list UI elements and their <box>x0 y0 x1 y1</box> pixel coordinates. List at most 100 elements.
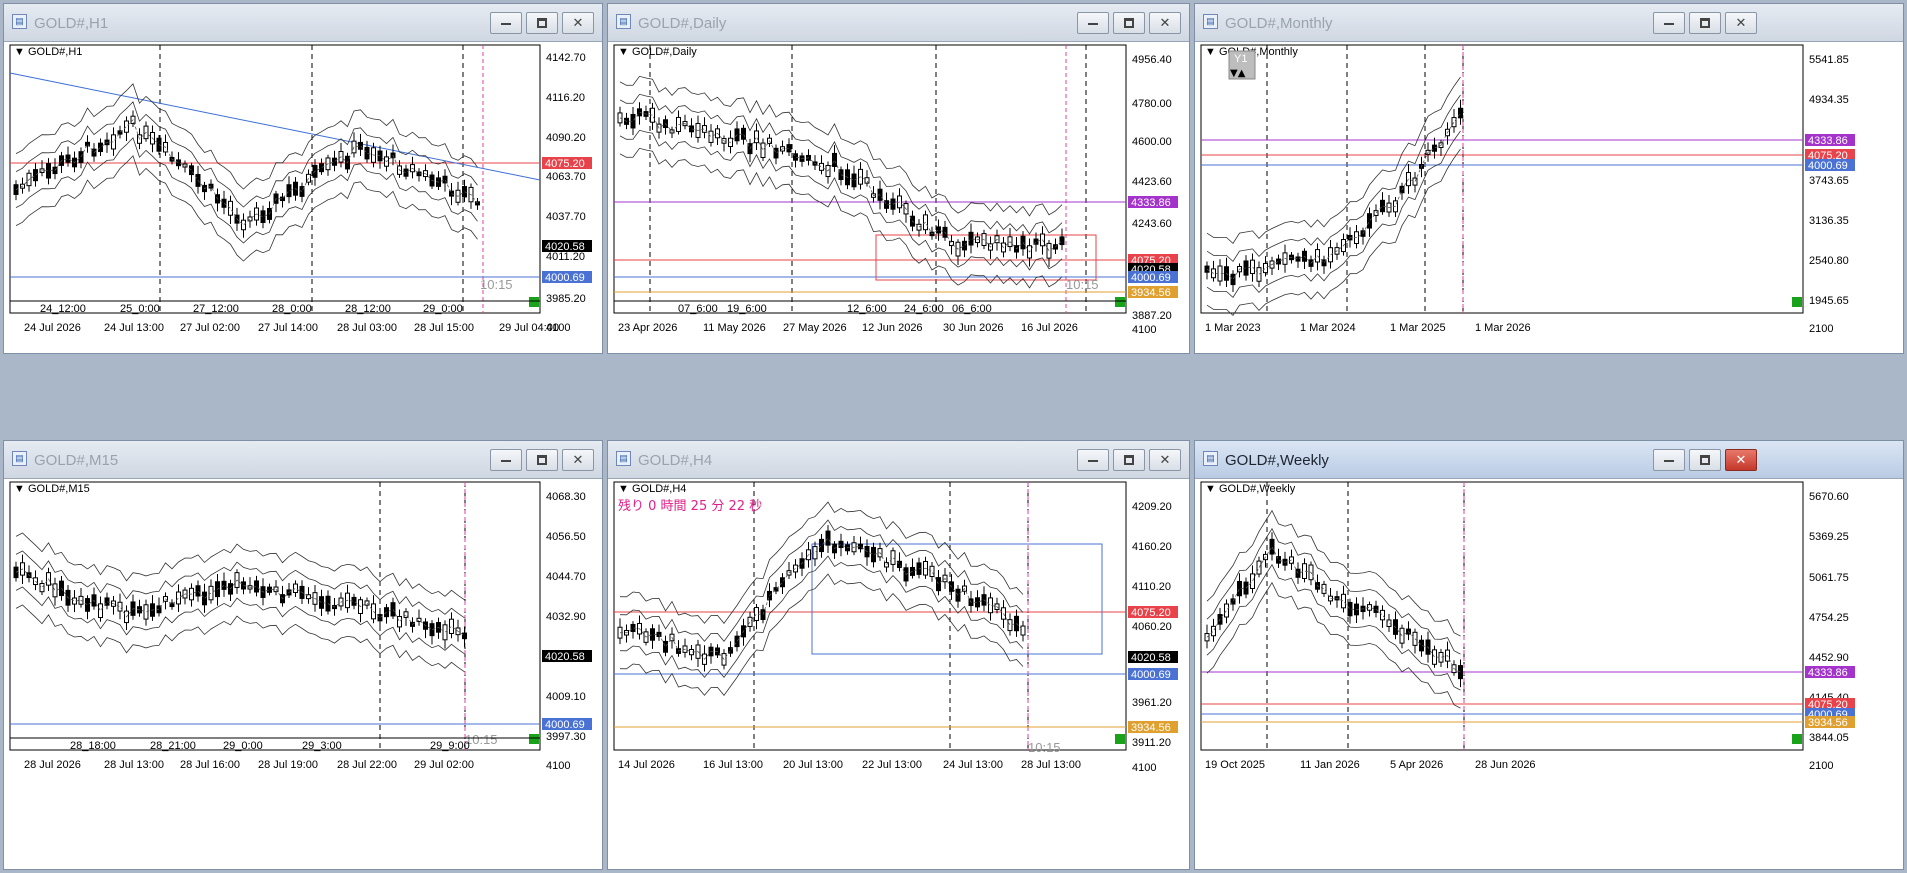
maximize-button[interactable] <box>1689 12 1721 34</box>
price-axis-label: 4116.20 <box>546 92 585 104</box>
price-axis-label: 4142.70 <box>546 52 586 64</box>
price-chart[interactable]: ▼ GOLD#,Weekly 5670.60 5369.25 5061.75 4754.2… <box>1195 478 1903 869</box>
price-axis-label: 3136.35 <box>1809 215 1849 227</box>
chart-window-h1[interactable]: ▤ GOLD#,H1 ✕ ▼ GOLD#,H1 4142.70 4116.20 4090… <box>3 3 603 354</box>
window-titlebar[interactable]: ▤ GOLD#,H4 ✕ <box>608 441 1189 479</box>
maximize-button[interactable] <box>526 449 558 471</box>
window-titlebar[interactable]: ▤ GOLD#,H1 ✕ <box>4 4 602 42</box>
chart-window-m15[interactable]: ▤ GOLD#,M15 ✕ ▼ GOLD#,M15 4068.30 4056.50 40… <box>3 440 603 870</box>
candle-body <box>708 130 714 143</box>
price-chart[interactable]: ▼ GOLD#,H4 残り 0 時間 25 分 22 秒 4209.20 4160.20… <box>608 478 1189 869</box>
candle-body <box>221 580 227 590</box>
candle-body <box>442 624 448 641</box>
candle-body <box>78 151 84 164</box>
time-axis-label: 06_6:00 <box>952 303 992 315</box>
candle-body <box>1230 273 1236 286</box>
price-tag-label: 4000.69 <box>1131 272 1171 284</box>
candle-body <box>1250 573 1255 590</box>
candle-body <box>228 200 233 216</box>
date-axis-label: 1 Mar 2023 <box>1205 322 1261 334</box>
maximize-button[interactable] <box>1113 12 1145 34</box>
window-titlebar[interactable]: ▤ GOLD#,M15 ✕ <box>4 441 602 479</box>
maximize-button[interactable] <box>1113 449 1145 471</box>
price-axis-label: 5541.85 <box>1809 54 1849 66</box>
maximize-button[interactable] <box>526 12 558 34</box>
price-tag-label: 3934.56 <box>1131 722 1171 734</box>
date-axis-label: 14 Jul 2026 <box>618 759 675 771</box>
date-axis-label: 27 Jul 14:00 <box>258 322 318 334</box>
time-axis-label: 24_12:00 <box>40 303 86 315</box>
candle-body <box>319 163 324 173</box>
scroll-arrows-icon: ▼▲ <box>1230 68 1246 79</box>
price-chart[interactable]: ▼ GOLD#,Daily 4956.40 4780.00 4600.00 4423.60… <box>608 41 1189 353</box>
candle-body <box>890 550 896 565</box>
time-axis-label: 27_12:00 <box>193 303 239 315</box>
price-axis-label: 4100 <box>1132 324 1156 336</box>
time-axis-label: 19_6:00 <box>727 303 767 315</box>
chart-window-icon: ▤ <box>616 451 631 466</box>
chart-window-monthly[interactable]: ▤ GOLD#,Monthly ✕ ▼ GOLD#,Monthly Y1 ▼▲ 5541… <box>1194 3 1904 354</box>
price-axis-label: 4160.20 <box>1132 541 1172 553</box>
date-axis-label: 24 Jul 13:00 <box>104 322 164 334</box>
date-axis-label: 27 Jul 02:00 <box>180 322 240 334</box>
minimize-button[interactable] <box>1077 12 1109 34</box>
price-axis-label: 2540.80 <box>1809 255 1849 267</box>
price-axis-label: 4044.70 <box>546 571 586 583</box>
price-chart[interactable]: ▼ GOLD#,M15 4068.30 4056.50 4044.70 4032.90 40… <box>4 478 602 869</box>
candle-body <box>1451 117 1457 128</box>
date-axis-label: 28 Jun 2026 <box>1475 759 1536 771</box>
date-axis-label: 27 May 2026 <box>783 322 847 334</box>
price-tag-label: 3934.56 <box>1131 287 1171 299</box>
maximize-button[interactable] <box>1689 449 1721 471</box>
date-axis-label: 24 Jul 13:00 <box>943 759 1003 771</box>
date-axis-label: 28 Jul 13:00 <box>1021 759 1081 771</box>
minimize-button[interactable] <box>1077 449 1109 471</box>
candle-body <box>124 120 129 133</box>
close-button[interactable]: ✕ <box>562 12 594 34</box>
candle-body <box>617 112 623 124</box>
price-axis-label: 4100 <box>546 760 570 772</box>
autoscroll-marker-icon <box>1792 734 1802 744</box>
candle-body <box>332 157 337 166</box>
candle-body <box>910 566 915 576</box>
price-chart[interactable]: ▼ GOLD#,H1 4142.70 4116.20 4090.20 4063.70 403… <box>4 41 602 353</box>
price-tag-label: 4333.86 <box>1131 197 1171 209</box>
window-titlebar[interactable]: ▤ GOLD#,Monthly ✕ <box>1195 4 1903 42</box>
chart-window-h4[interactable]: ▤ GOLD#,H4 ✕ ▼ GOLD#,H4 残り 0 時間 25 分 22 秒4… <box>607 440 1190 870</box>
price-axis-label: 5061.75 <box>1809 572 1849 584</box>
close-button[interactable]: ✕ <box>1149 12 1181 34</box>
bar-countdown: 10:15 <box>465 732 498 747</box>
close-button[interactable]: ✕ <box>1149 449 1181 471</box>
chart-window-weekly[interactable]: ▤ GOLD#,Weekly ✕ ▼ GOLD#,Weekly 5670.60 536… <box>1194 440 1904 870</box>
minimize-button[interactable] <box>490 449 522 471</box>
candle-body <box>1458 107 1463 119</box>
minimize-button[interactable] <box>1653 12 1685 34</box>
chart-window-daily[interactable]: ▤ GOLD#,Daily ✕ ▼ GOLD#,Daily 4956.40 4780.… <box>607 3 1190 354</box>
price-tag-label: 4075.20 <box>1131 607 1171 619</box>
minimize-button[interactable] <box>490 12 522 34</box>
candle-body <box>390 602 396 617</box>
candle-body <box>85 598 90 612</box>
candle-body <box>208 585 214 601</box>
price-tag-label: 4333.86 <box>1808 135 1848 147</box>
date-axis-label: 28 Jul 16:00 <box>180 759 240 771</box>
candle-body <box>1256 560 1262 575</box>
price-chart[interactable]: ▼ GOLD#,MonthlyY1▼▲5541.854934.353743.653… <box>1195 41 1903 353</box>
close-button[interactable]: ✕ <box>1725 12 1757 34</box>
close-button[interactable]: ✕ <box>1725 449 1757 471</box>
close-button[interactable]: ✕ <box>562 449 594 471</box>
symbol-label: GOLD#,Daily <box>632 46 697 58</box>
price-tag-label: 4020.58 <box>545 651 585 663</box>
date-axis-label: 28 Jul 13:00 <box>104 759 164 771</box>
window-titlebar[interactable]: ▤ GOLD#,Daily ✕ <box>608 4 1189 42</box>
price-tag-label: 4000.69 <box>1131 669 1171 681</box>
candle-body <box>325 595 331 612</box>
window-titlebar[interactable]: ▤ GOLD#,Weekly ✕ <box>1195 441 1903 479</box>
price-axis-label: 3985.20 <box>546 293 586 305</box>
minimize-button[interactable] <box>1653 449 1685 471</box>
candle-body <box>1007 619 1013 632</box>
price-axis-label: 5670.60 <box>1809 491 1849 503</box>
candle-body <box>1367 213 1372 229</box>
price-axis-label: 4209.20 <box>1132 501 1172 513</box>
autoscroll-marker-icon <box>1115 734 1125 744</box>
